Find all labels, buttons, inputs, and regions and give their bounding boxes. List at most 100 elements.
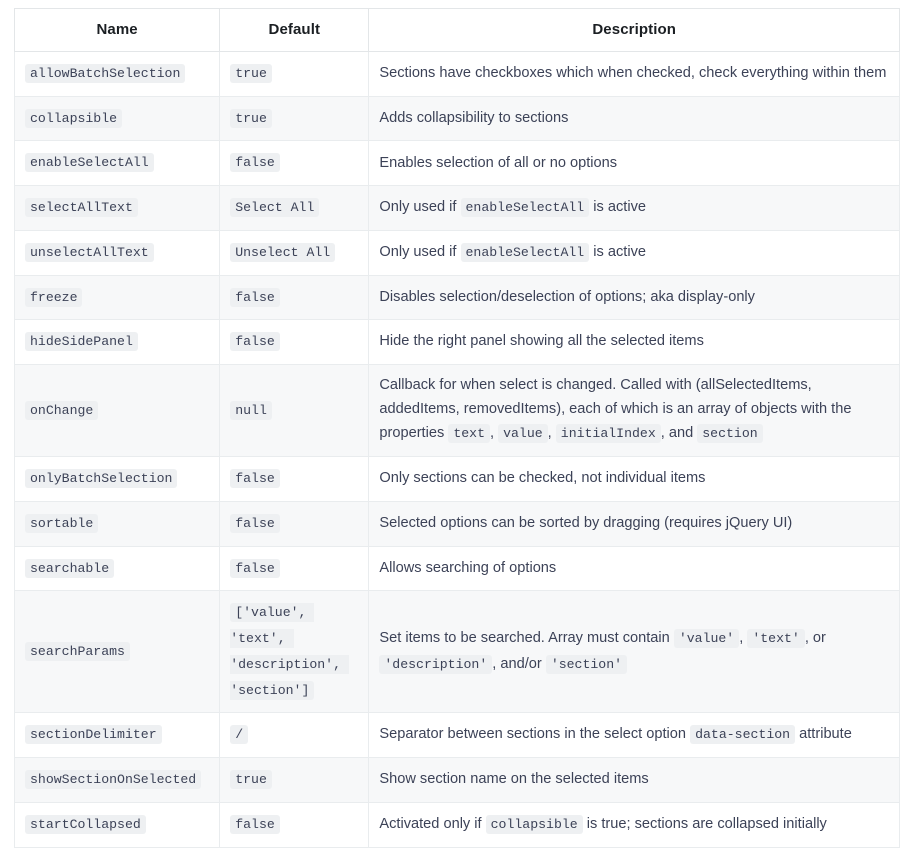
option-name-code: enableSelectAll: [25, 153, 154, 172]
column-header-name: Name: [15, 9, 220, 52]
option-description-cell: Enables selection of all or no options: [369, 141, 900, 186]
description-text: is active: [589, 244, 646, 260]
table-header-row: Name Default Description: [15, 9, 900, 52]
option-name-cell: onChange: [15, 365, 220, 457]
option-name-code: startCollapsed: [25, 815, 146, 834]
table-row: showSectionOnSelected true Show section na…: [15, 758, 900, 803]
option-name-code: collapsible: [25, 109, 122, 128]
option-default-code: Unselect All: [230, 243, 335, 262]
description-text: attribute: [795, 726, 852, 742]
option-description-cell: Selected options can be sorted by draggi…: [369, 501, 900, 546]
option-description-cell: Only used if enableSelectAll is active: [369, 186, 900, 231]
option-default-code: null: [230, 401, 272, 420]
options-table-wrapper: Name Default Description allowBatchSelec…: [14, 8, 900, 848]
table-row: sortablefalseSelected options can be sor…: [15, 501, 900, 546]
option-name-code: searchable: [25, 559, 114, 578]
option-default-cell: false: [220, 457, 369, 502]
options-reference-page: Name Default Description allowBatchSelec…: [0, 0, 907, 751]
description-text: is active: [589, 199, 646, 215]
option-name-cell: hideSidePanel: [15, 320, 220, 365]
option-name-cell: selectAllText: [15, 186, 220, 231]
option-default-code: false: [230, 469, 280, 488]
inline-code: 'section': [546, 655, 627, 674]
option-default-code: ['value', 'text', 'description', 'sectio…: [230, 603, 349, 699]
option-default-cell: false: [220, 320, 369, 365]
table-row: allowBatchSelectiontrueSections have che…: [15, 52, 900, 97]
option-default-cell: Unselect All: [220, 230, 369, 275]
description-text: Only sections can be checked, not indivi…: [379, 470, 705, 486]
option-description-cell: Only sections can be checked, not indivi…: [369, 457, 900, 502]
description-text: Allows searching of options: [379, 560, 556, 576]
option-name-cell: enableSelectAll: [15, 141, 220, 186]
description-text: Set items to be searched. Array must con…: [379, 630, 673, 646]
description-text: ,: [490, 425, 498, 441]
inline-code: 'value': [674, 629, 739, 648]
option-name-code: searchParams: [25, 642, 130, 661]
option-default-code: false: [230, 332, 280, 351]
option-name-code: unselectAllText: [25, 243, 154, 262]
inline-code: initialIndex: [556, 424, 661, 443]
option-name-code: showSectionOnSelected: [25, 770, 201, 789]
option-description-cell: Activated only if collapsible is true; s…: [369, 802, 900, 847]
option-name-cell: searchable: [15, 546, 220, 591]
description-text: Only used if: [379, 199, 460, 215]
option-description-cell: Only used if enableSelectAll is active: [369, 230, 900, 275]
option-description-cell: Hide the right panel showing all the sel…: [369, 320, 900, 365]
option-description-cell: Disables selection/deselection of option…: [369, 275, 900, 320]
option-default-cell: null: [220, 365, 369, 457]
option-name-cell: onlyBatchSelection: [15, 457, 220, 502]
option-name-cell: freeze: [15, 275, 220, 320]
table-row: enableSelectAll false Enables selection of…: [15, 141, 900, 186]
option-name-cell: searchParams: [15, 591, 220, 713]
option-default-cell: false: [220, 141, 369, 186]
option-name-code: freeze: [25, 288, 82, 307]
table-row: freezefalseDisables selection/deselectio…: [15, 275, 900, 320]
option-default-code: true: [230, 64, 272, 83]
description-text: , and: [661, 425, 698, 441]
description-text: , and/or: [492, 656, 546, 672]
table-row: onChange null Callback for when select is …: [15, 365, 900, 457]
option-default-cell: true: [220, 758, 369, 803]
inline-code: collapsible: [486, 815, 583, 834]
table-row: hideSidePanel false Hide the right panel s…: [15, 320, 900, 365]
option-name-cell: unselectAllText: [15, 230, 220, 275]
description-text: Adds collapsibility to sections: [379, 110, 568, 126]
inline-code: 'text': [747, 629, 804, 648]
description-text: , or: [805, 630, 826, 646]
option-default-code: Select All: [230, 198, 319, 217]
option-description-cell: Allows searching of options: [369, 546, 900, 591]
description-text: Show section name on the selected items: [379, 771, 648, 787]
option-description-cell: Set items to be searched. Array must con…: [369, 591, 900, 713]
table-row: onlyBatchSelection false Only sections can…: [15, 457, 900, 502]
description-text: Enables selection of all or no options: [379, 155, 617, 171]
option-name-code: selectAllText: [25, 198, 138, 217]
option-default-code: true: [230, 770, 272, 789]
option-default-code: false: [230, 815, 280, 834]
option-description-cell: Sections have checkboxes which when chec…: [369, 52, 900, 97]
description-text: is true; sections are collapsed initiall…: [583, 816, 827, 832]
option-description-cell: Adds collapsibility to sections: [369, 96, 900, 141]
option-default-code: false: [230, 153, 280, 172]
option-default-code: /: [230, 725, 248, 744]
description-text: Separator between sections in the select…: [379, 726, 690, 742]
description-text: ,: [548, 425, 556, 441]
option-default-code: true: [230, 109, 272, 128]
table-row: searchParams ['value', 'text', 'descripti…: [15, 591, 900, 713]
table-row: collapsible true Adds collapsibility to se…: [15, 96, 900, 141]
option-name-cell: sortable: [15, 501, 220, 546]
option-description-cell: Show section name on the selected items: [369, 758, 900, 803]
option-name-cell: showSectionOnSelected: [15, 758, 220, 803]
option-description-cell: Callback for when select is changed. Cal…: [369, 365, 900, 457]
option-name-cell: collapsible: [15, 96, 220, 141]
table-row: startCollapsed false Activated only if col…: [15, 802, 900, 847]
option-default-cell: ['value', 'text', 'description', 'sectio…: [220, 591, 369, 713]
option-default-cell: Select All: [220, 186, 369, 231]
option-name-cell: startCollapsed: [15, 802, 220, 847]
inline-code: section: [697, 424, 762, 443]
option-name-code: hideSidePanel: [25, 332, 138, 351]
table-row: unselectAllText Unselect All Only used if …: [15, 230, 900, 275]
description-text: Hide the right panel showing all the sel…: [379, 333, 704, 349]
table-body: allowBatchSelectiontrueSections have che…: [15, 52, 900, 848]
inline-code: enableSelectAll: [461, 243, 590, 262]
option-default-cell: false: [220, 501, 369, 546]
